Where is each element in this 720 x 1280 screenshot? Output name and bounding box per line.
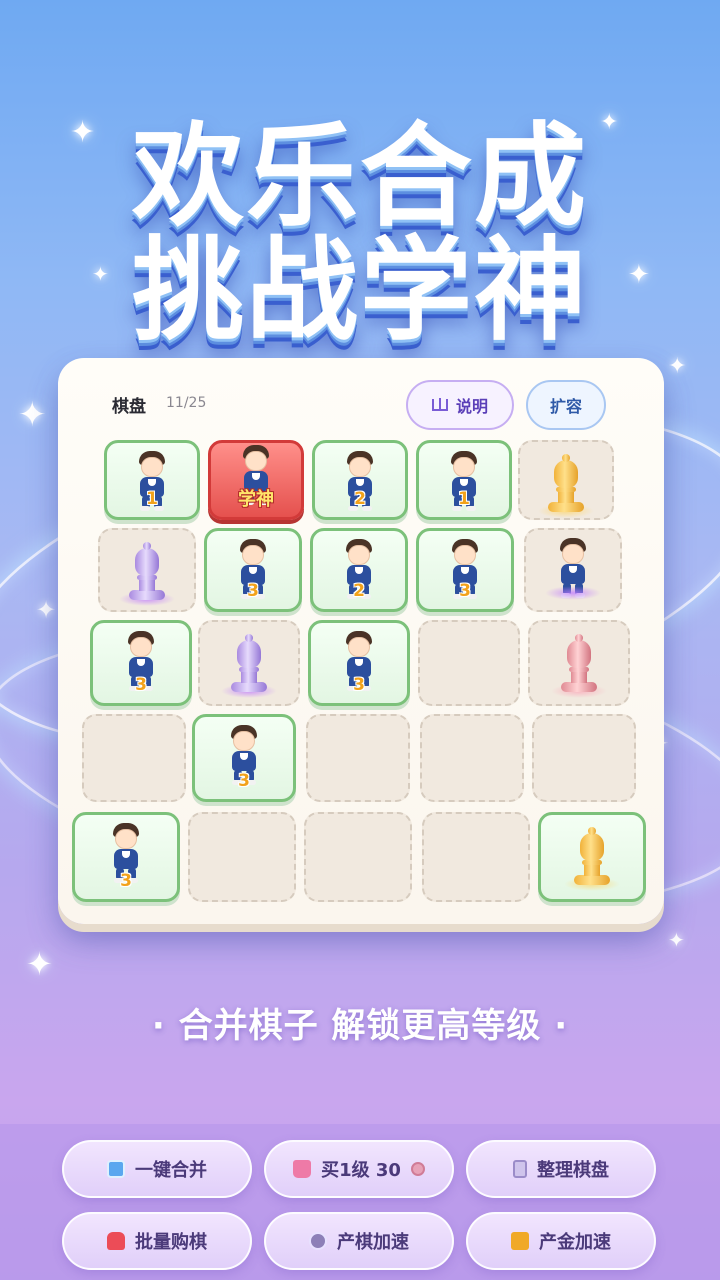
empty-slot[interactable]	[188, 812, 296, 902]
glow-effect	[545, 536, 601, 600]
gold-bishop-icon	[564, 827, 620, 891]
shop-bag-icon	[293, 1160, 312, 1178]
piece-level: 1	[458, 489, 470, 509]
board-piece[interactable]: 3	[72, 812, 180, 902]
speed-gold-label: 产金加速	[539, 1232, 611, 1253]
purple-bishop-icon	[221, 634, 277, 698]
speed-production-button[interactable]: 产棋加速	[264, 1212, 454, 1270]
tagline: · 合并棋子 解锁更高等级 ·	[151, 1006, 569, 1046]
board-piece[interactable]: 1	[416, 440, 512, 520]
board-piece[interactable]	[98, 528, 196, 612]
board-piece[interactable]: 3	[416, 528, 514, 612]
tidy-board-button[interactable]: 整理棋盘	[466, 1140, 656, 1198]
empty-slot[interactable]	[422, 812, 530, 902]
piece-level: 3	[247, 581, 259, 601]
expand-button-label: 扩容	[549, 397, 582, 416]
board-piece[interactable]: 3	[308, 620, 410, 706]
gold-chest-icon	[511, 1232, 529, 1250]
help-button-label: 说明	[455, 397, 488, 416]
piece-level: 2	[353, 581, 365, 601]
piece-level: 3	[238, 771, 250, 791]
coin-icon	[410, 1162, 425, 1176]
pink-bishop-icon	[551, 634, 607, 698]
board-piece[interactable]: 3	[204, 528, 302, 612]
board-piece[interactable]	[198, 620, 300, 706]
board-piece[interactable]: 2	[312, 440, 408, 520]
sparkle-icon: ✦	[668, 928, 685, 952]
sparkle-icon: ✦	[18, 395, 47, 435]
speed-gold-button[interactable]: 产金加速	[466, 1212, 656, 1270]
board-piece[interactable]	[524, 528, 622, 612]
purple-bishop-icon	[119, 542, 175, 606]
piece-level: 1	[146, 489, 158, 509]
piece-level: 2	[354, 489, 366, 509]
title-line-2: 挑战学神	[132, 226, 588, 356]
sparkle-icon: ✦	[26, 945, 53, 983]
board-piece[interactable]: 学神	[208, 440, 304, 520]
merge-icon	[107, 1160, 125, 1178]
tidy-board-label: 整理棋盘	[537, 1160, 609, 1181]
empty-slot[interactable]	[532, 714, 636, 802]
speed-icon	[309, 1232, 327, 1250]
empty-slot[interactable]	[82, 714, 186, 802]
buy-level1-label: 买1级 30	[321, 1160, 401, 1181]
board-piece[interactable]: 3	[90, 620, 192, 706]
clipboard-icon	[513, 1160, 527, 1178]
empty-slot[interactable]	[304, 812, 412, 902]
book-icon	[431, 398, 448, 411]
empty-slot[interactable]	[420, 714, 524, 802]
board-piece[interactable]	[528, 620, 630, 706]
board-piece[interactable]	[518, 440, 614, 520]
board-piece[interactable]: 3	[192, 714, 296, 802]
piece-level: 3	[120, 871, 132, 891]
board-piece[interactable]: 1	[104, 440, 200, 520]
bulk-buy-button[interactable]: 批量购棋	[62, 1212, 252, 1270]
piece-rank-label: 学神	[238, 489, 274, 510]
board-piece[interactable]	[538, 812, 646, 902]
piece-level: 3	[135, 675, 147, 695]
piece-level: 3	[353, 675, 365, 695]
gold-bishop-icon	[538, 454, 594, 518]
store-icon	[107, 1232, 125, 1250]
merge-all-label: 一键合并	[135, 1160, 207, 1181]
empty-slot[interactable]	[418, 620, 520, 706]
bulk-buy-label: 批量购棋	[135, 1232, 207, 1253]
sparkle-icon: ✦	[36, 596, 57, 624]
expand-button[interactable]: 扩容	[526, 380, 606, 430]
buy-level1-button[interactable]: 买1级 30	[264, 1140, 454, 1198]
merge-all-button[interactable]: 一键合并	[62, 1140, 252, 1198]
speed-production-label: 产棋加速	[337, 1232, 409, 1253]
empty-slot[interactable]	[306, 714, 410, 802]
board-piece[interactable]: 2	[310, 528, 408, 612]
piece-level: 3	[459, 581, 471, 601]
board-label: 棋盘	[112, 397, 146, 417]
help-button[interactable]: 说明	[406, 380, 514, 430]
board-count: 11/25	[166, 395, 207, 411]
